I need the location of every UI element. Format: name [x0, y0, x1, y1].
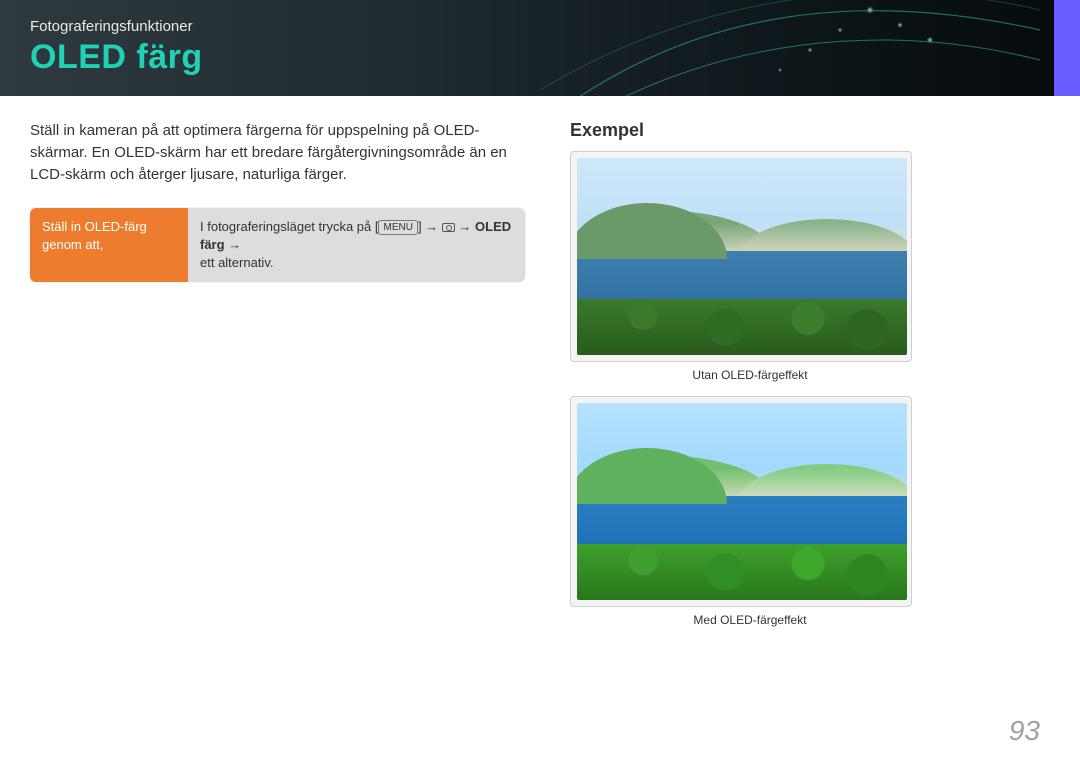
setting-label-line1: Ställ in OLED-färg: [42, 219, 147, 234]
caption-without: Utan OLED-färgeffekt: [570, 368, 930, 382]
instr-mid: ] →: [418, 219, 442, 234]
side-tab: [1054, 0, 1080, 96]
breadcrumb: Fotograferingsfunktioner: [30, 18, 193, 35]
swirl-decor: [540, 0, 1040, 96]
header-banner: Fotograferingsfunktioner OLED färg: [0, 0, 1080, 96]
setting-box: Ställ in OLED-färg genom att, I fotograf…: [30, 208, 525, 282]
examples-column: Exempel Utan OLED-färgeffekt Med OLED-fä…: [570, 120, 930, 641]
example-image-with: [577, 403, 907, 600]
menu-button-icon: MENU: [378, 220, 417, 235]
example-image-without: [577, 158, 907, 355]
instr-arrow1: →: [455, 219, 475, 234]
example-frame-without: [570, 151, 912, 362]
setting-label-line2: genom att,: [42, 237, 103, 252]
page-number: 93: [1009, 715, 1040, 747]
body-paragraph: Ställ in kameran på att optimera färgern…: [30, 120, 530, 186]
left-column: Ställ in kameran på att optimera färgern…: [30, 120, 530, 282]
camera-icon: [442, 221, 455, 232]
setting-label: Ställ in OLED-färg genom att,: [30, 208, 188, 282]
caption-with: Med OLED-färgeffekt: [570, 613, 930, 627]
page-title: OLED färg: [30, 38, 203, 77]
instr-prefix: I fotograferingsläget trycka på [: [200, 219, 378, 234]
examples-heading: Exempel: [570, 120, 930, 141]
instr-arrow2: →: [225, 237, 242, 252]
example-frame-with: [570, 396, 912, 607]
setting-instruction: I fotograferingsläget trycka på [MENU] →…: [188, 208, 525, 282]
instr-suffix: ett alternativ.: [200, 255, 273, 270]
